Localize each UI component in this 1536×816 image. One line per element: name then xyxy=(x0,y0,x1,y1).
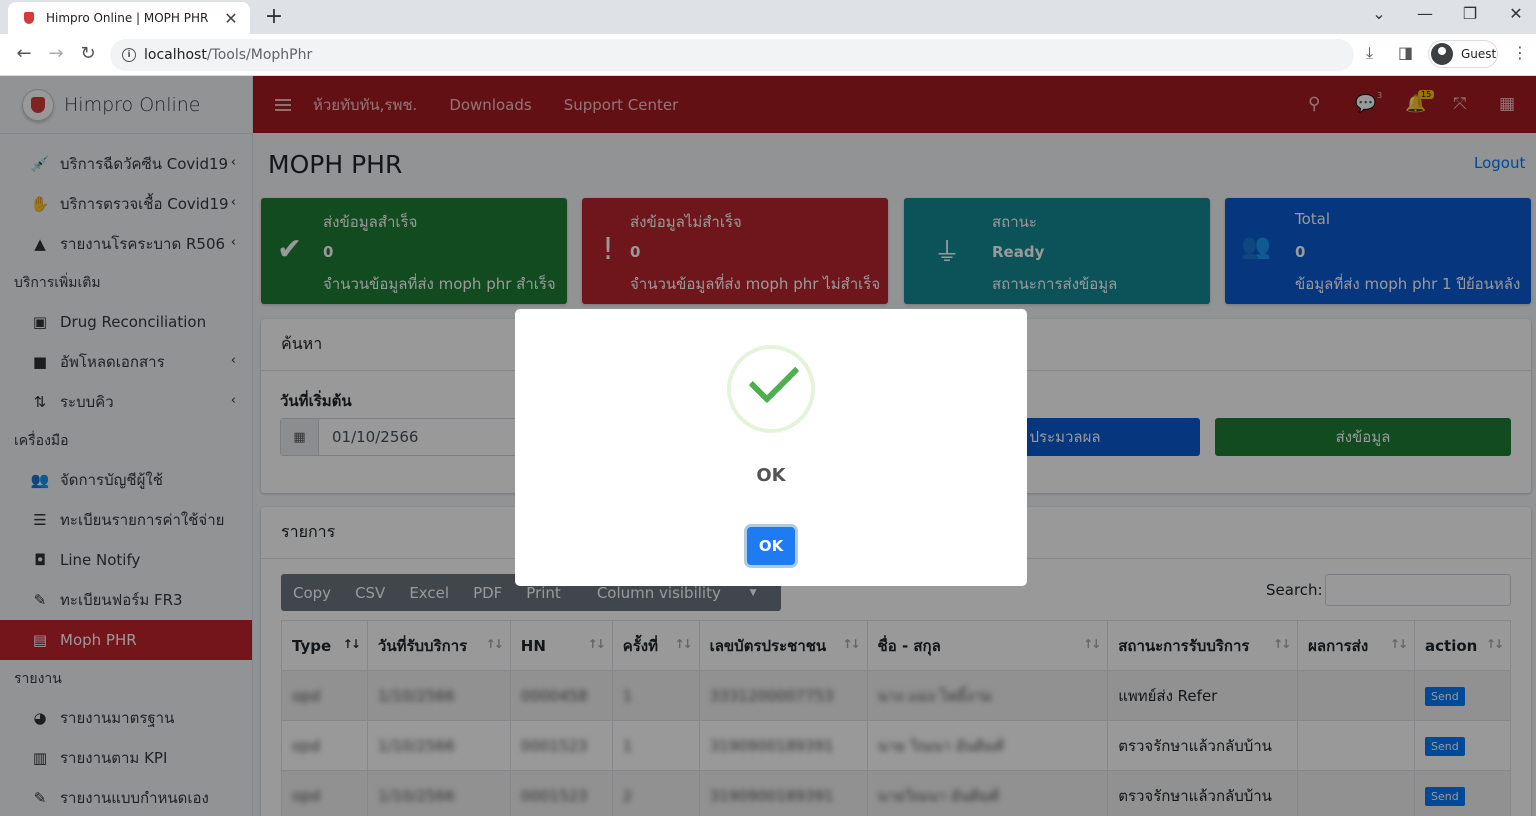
tab-title: Himpro Online | MOPH PHR xyxy=(46,11,209,25)
guest-avatar-icon xyxy=(1431,43,1453,65)
browser-tab-bar: Himpro Online | MOPH PHR ✕ + ⌄ — ❐ ✕ xyxy=(0,0,1536,34)
browser-tab[interactable]: Himpro Online | MOPH PHR ✕ xyxy=(8,2,250,34)
dialog-ok-button[interactable]: OK xyxy=(747,527,795,565)
address-bar: ← → ↻ i localhost/Tools/MophPhr ⤓ ◨ Gues… xyxy=(0,34,1536,76)
close-tab-icon[interactable]: ✕ xyxy=(222,9,240,28)
url-input[interactable]: i localhost/Tools/MophPhr xyxy=(110,39,1354,71)
minimize-icon[interactable]: — xyxy=(1410,4,1440,23)
site-info-icon[interactable]: i xyxy=(122,48,136,62)
forward-icon[interactable]: → xyxy=(44,43,68,64)
guest-label: Guest xyxy=(1461,47,1497,61)
reload-icon[interactable]: ↻ xyxy=(76,43,100,64)
url-path: /Tools/MophPhr xyxy=(206,47,313,63)
dialog-title: OK xyxy=(756,465,786,486)
tab-search-icon[interactable]: ⌄ xyxy=(1364,4,1394,23)
success-check-icon xyxy=(727,345,815,433)
profile-button[interactable]: Guest xyxy=(1428,40,1498,68)
new-tab-icon[interactable]: + xyxy=(262,4,286,29)
success-dialog: OK OK xyxy=(515,309,1027,586)
maximize-icon[interactable]: ❐ xyxy=(1455,4,1485,23)
favicon-icon xyxy=(22,11,36,25)
menu-dots-icon[interactable]: ⋮ xyxy=(1512,43,1528,62)
download-icon[interactable]: ⤓ xyxy=(1366,43,1373,63)
url-host: localhost xyxy=(144,47,207,63)
checkmark-icon xyxy=(748,352,800,404)
back-icon[interactable]: ← xyxy=(12,43,36,64)
side-panel-icon[interactable]: ◨ xyxy=(1398,43,1413,62)
window-close-icon[interactable]: ✕ xyxy=(1501,4,1531,23)
